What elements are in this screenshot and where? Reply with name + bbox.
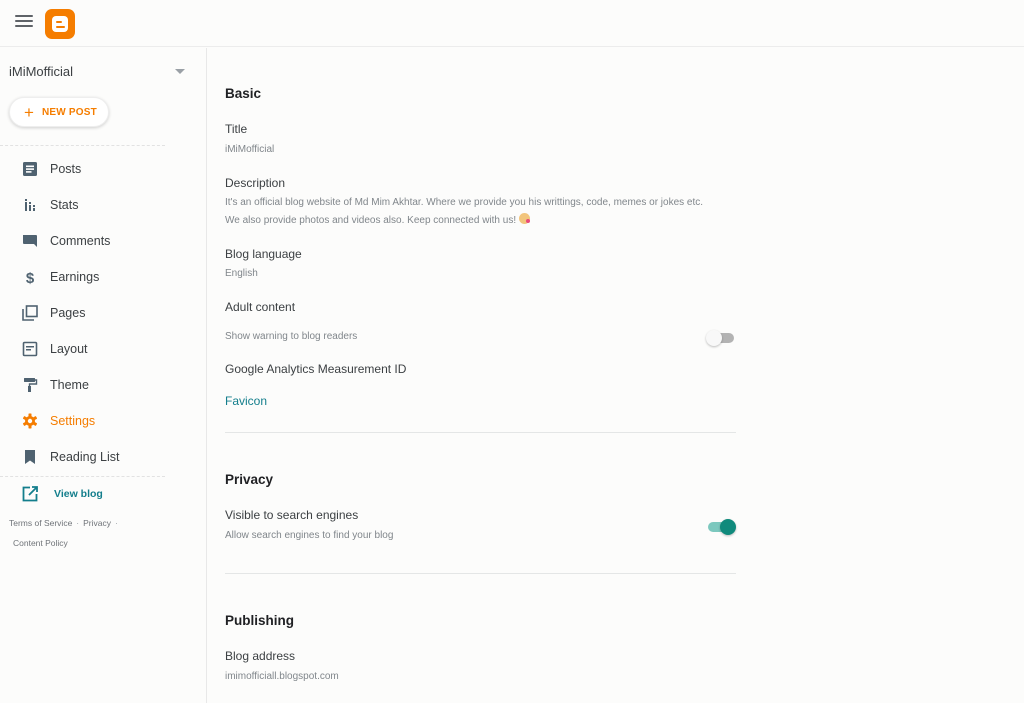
- sidebar-item-theme[interactable]: Theme: [0, 370, 200, 400]
- sidebar-item-earnings[interactable]: $ Earnings: [0, 262, 200, 292]
- sidebar-item-stats[interactable]: Stats: [0, 190, 200, 220]
- blog-address-label[interactable]: Blog address: [225, 649, 295, 663]
- section-heading-publishing: Publishing: [225, 613, 294, 628]
- visible-to-search-label: Visible to search engines: [225, 508, 359, 522]
- sidebar-item-label: Posts: [50, 162, 82, 176]
- layout-icon: [22, 341, 38, 357]
- sidebar-item-label: Theme: [50, 378, 89, 392]
- view-blog-label: View blog: [54, 488, 103, 500]
- blog-language-value[interactable]: English: [225, 265, 736, 283]
- blog-name: iMiMofficial: [9, 64, 74, 79]
- stats-icon: [25, 199, 35, 211]
- sidebar-item-label: Pages: [50, 306, 86, 320]
- blog-address-value[interactable]: imimofficiall.blogspot.com: [225, 668, 736, 686]
- posts-icon: [23, 162, 37, 176]
- blogger-logo-icon[interactable]: [45, 9, 75, 39]
- view-blog-link[interactable]: View blog: [0, 480, 160, 508]
- sidebar-item-layout[interactable]: Layout: [0, 334, 200, 364]
- new-post-label: NEW POST: [42, 107, 97, 118]
- analytics-id-label[interactable]: Google Analytics Measurement ID: [225, 362, 406, 376]
- open-in-new-icon: [22, 486, 38, 502]
- description-line: We also provide photos and videos also. …: [225, 215, 517, 226]
- visible-to-search-subtext: Allow search engines to find your blog: [225, 530, 394, 541]
- toggle-knob: [720, 519, 736, 535]
- top-bar: [0, 0, 1024, 47]
- caret-down-icon: [175, 69, 185, 74]
- sidebar-item-label: Comments: [50, 234, 111, 248]
- pages-icon: [22, 305, 38, 321]
- separator: ·: [115, 518, 118, 528]
- adult-content-subtext: Show warning to blog readers: [225, 331, 358, 342]
- sidebar-item-posts[interactable]: Posts: [0, 154, 200, 184]
- favicon-link[interactable]: Favicon: [225, 394, 267, 408]
- sidebar-item-pages[interactable]: Pages: [0, 298, 200, 328]
- dollar-icon: $: [26, 270, 35, 285]
- separator: ·: [76, 518, 80, 528]
- title-value[interactable]: iMiMofficial: [225, 141, 736, 159]
- terms-of-service-link[interactable]: Terms of Service: [9, 518, 72, 528]
- sidebar-divider: [0, 476, 165, 477]
- paint-roller-icon: [24, 378, 38, 392]
- sidebar-item-label: Reading List: [50, 450, 120, 464]
- section-heading-privacy: Privacy: [225, 472, 274, 487]
- sidebar-item-label: Settings: [50, 414, 96, 428]
- section-divider: [225, 573, 736, 574]
- section-divider: [225, 432, 736, 433]
- title-label[interactable]: Title: [225, 122, 247, 136]
- blog-selector[interactable]: iMiMofficial: [9, 63, 189, 81]
- description-value[interactable]: It's an official blog website of Md Mim …: [225, 194, 736, 230]
- content-policy-link[interactable]: Content Policy: [13, 538, 68, 548]
- gear-icon: [22, 413, 38, 429]
- section-heading-basic: Basic: [225, 86, 262, 101]
- description-line: It's an official blog website of Md Mim …: [225, 197, 704, 208]
- plus-icon: +: [24, 103, 34, 122]
- svg-text:$: $: [26, 270, 35, 285]
- emoji-icon: [518, 213, 530, 224]
- sidebar-item-comments[interactable]: Comments: [0, 226, 200, 256]
- sidebar-item-reading-list[interactable]: Reading List: [0, 442, 200, 472]
- hamburger-menu-icon[interactable]: [15, 15, 33, 29]
- adult-content-toggle[interactable]: [706, 330, 736, 346]
- sidebar-item-label: Layout: [50, 342, 88, 356]
- sidebar-item-label: Stats: [50, 198, 79, 212]
- comments-icon: [23, 235, 37, 247]
- sidebar: iMiMofficial + NEW POST Posts Stats Comm…: [0, 48, 207, 703]
- sidebar-item-settings[interactable]: Settings: [0, 406, 200, 436]
- description-label[interactable]: Description: [225, 176, 285, 190]
- new-post-button[interactable]: + NEW POST: [9, 97, 109, 127]
- visible-to-search-toggle[interactable]: [706, 519, 736, 535]
- toggle-knob: [706, 330, 722, 346]
- privacy-link[interactable]: Privacy: [83, 518, 111, 528]
- bookmark-icon: [25, 450, 35, 464]
- footer-links: Terms of Service · Privacy · Content Policy: [9, 518, 122, 548]
- blog-language-label[interactable]: Blog language: [225, 247, 302, 261]
- adult-content-label: Adult content: [225, 300, 296, 314]
- sidebar-item-label: Earnings: [50, 270, 100, 284]
- sidebar-divider: [0, 145, 165, 146]
